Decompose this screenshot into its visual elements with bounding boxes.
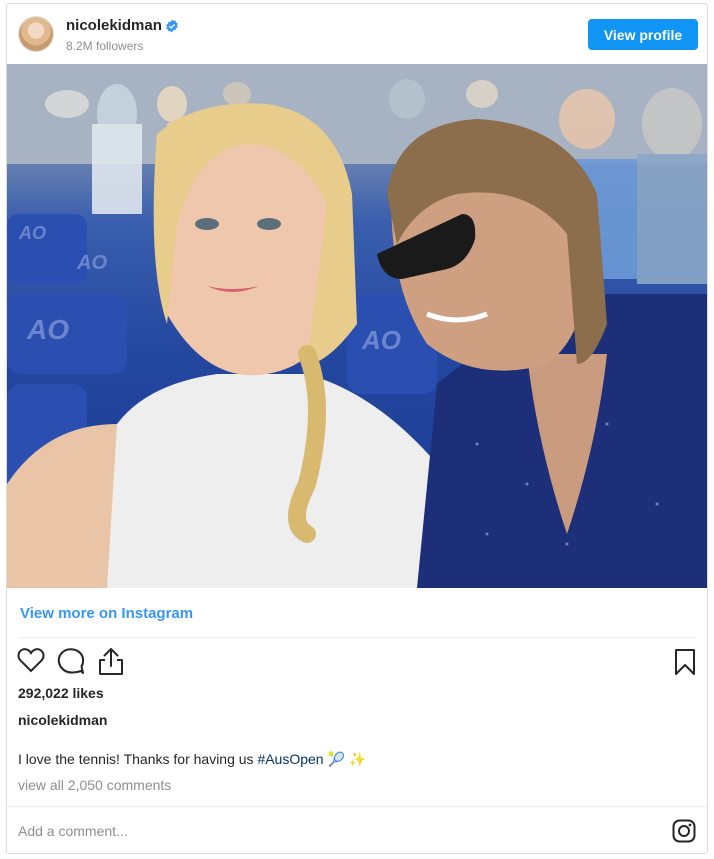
post-header: nicolekidman 8.2M followers View profile (7, 4, 707, 64)
caption-text: I love the tennis! Thanks for having us (18, 751, 258, 767)
view-profile-button[interactable]: View profile (588, 19, 698, 50)
instagram-embed-card: nicolekidman 8.2M followers View profile (6, 3, 708, 854)
add-comment-input[interactable]: Add a comment... (18, 823, 128, 839)
comment-icon[interactable] (57, 647, 85, 675)
instagram-logo-icon[interactable] (672, 819, 696, 843)
post-image[interactable]: AO AO AO AO (7, 64, 707, 588)
divider (7, 806, 707, 807)
like-count[interactable]: 292,022 likes (18, 685, 104, 701)
avatar[interactable] (19, 17, 53, 51)
username[interactable]: nicolekidman (66, 17, 162, 34)
svg-text:AO: AO (361, 325, 401, 355)
svg-text:AO: AO (76, 252, 107, 274)
caption-emoji: 🎾 ✨ (327, 751, 367, 767)
follower-count: 8.2M followers (66, 39, 144, 53)
caption: I love the tennis! Thanks for having us … (18, 751, 366, 768)
svg-text:AO: AO (18, 223, 46, 243)
heart-icon[interactable] (17, 647, 45, 673)
view-more-on-instagram-link[interactable]: View more on Instagram (20, 605, 193, 622)
post-photo-illustration: AO AO AO AO (7, 64, 707, 588)
svg-text:AO: AO (26, 314, 69, 345)
verified-badge-icon (166, 19, 178, 33)
share-icon[interactable] (97, 646, 125, 676)
divider (19, 637, 695, 638)
view-all-comments-link[interactable]: view all 2,050 comments (18, 777, 171, 793)
hashtag-link[interactable]: #AusOpen (257, 751, 323, 767)
caption-username[interactable]: nicolekidman (18, 712, 107, 728)
bookmark-icon[interactable] (674, 648, 696, 676)
